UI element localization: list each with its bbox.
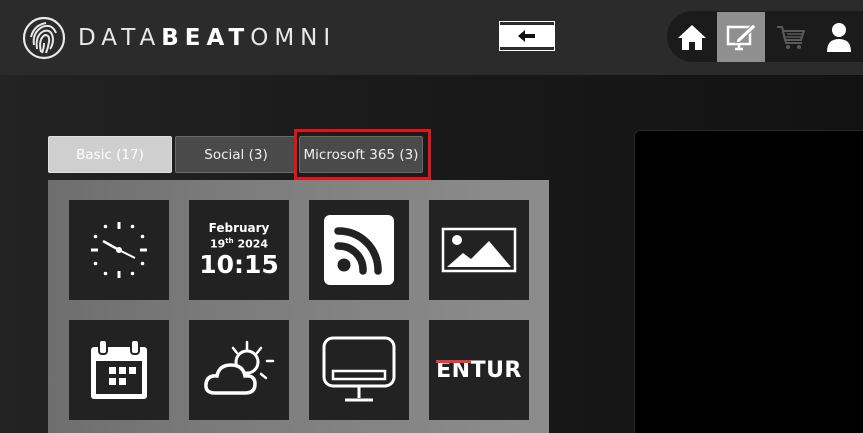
tab-social[interactable]: Social (3) xyxy=(175,136,297,173)
widget-clock[interactable] xyxy=(69,200,169,300)
home-icon xyxy=(678,25,706,50)
fingerprint-icon xyxy=(22,16,66,60)
widget-image[interactable] xyxy=(429,200,529,300)
entur-logo-en: EN xyxy=(436,357,472,383)
nav-editor-button[interactable] xyxy=(717,12,765,62)
date-day: 19 xyxy=(209,237,226,251)
calendar-icon xyxy=(91,339,147,399)
arrow-left-icon xyxy=(518,30,535,42)
widget-entur[interactable]: EN TUR xyxy=(429,320,529,420)
entur-logo-tur: TUR xyxy=(470,357,522,383)
nav-cart-button[interactable] xyxy=(767,12,815,62)
edit-screen-icon xyxy=(726,23,757,51)
date-year: 2024 xyxy=(237,237,269,251)
nav-home-button[interactable] xyxy=(668,12,716,62)
date-time: 10:15 xyxy=(199,250,279,280)
cart-icon xyxy=(777,26,806,49)
tab-highlight-box xyxy=(294,129,431,180)
weather-icon xyxy=(204,340,275,395)
date-month: February xyxy=(208,220,270,235)
display-icon xyxy=(322,336,396,402)
screen-preview[interactable] xyxy=(634,130,863,433)
widget-date-time[interactable]: February 19th 2024 10:15 xyxy=(189,200,289,300)
logo-wordmark: DATABEATOMNI xyxy=(78,25,336,51)
image-icon xyxy=(441,227,517,273)
back-button[interactable] xyxy=(500,22,554,50)
tab-basic[interactable]: Basic (17) xyxy=(48,136,172,173)
clock-icon xyxy=(91,222,147,278)
user-icon xyxy=(827,23,851,52)
entur-logo: EN TUR xyxy=(436,358,522,383)
widget-weather[interactable] xyxy=(189,320,289,420)
widget-rss[interactable] xyxy=(309,200,409,300)
nav-user-button[interactable] xyxy=(815,12,863,62)
app-logo[interactable]: DATABEATOMNI xyxy=(22,13,336,63)
widget-display[interactable] xyxy=(309,320,409,420)
date-day-suffix: th xyxy=(225,236,234,245)
logo-word-beat: BEAT xyxy=(161,25,251,51)
logo-word-data: DATA xyxy=(78,25,162,51)
date-day-year: 19th 2024 xyxy=(210,235,268,251)
rss-icon xyxy=(324,215,394,285)
widget-calendar[interactable] xyxy=(69,320,169,420)
logo-word-omni: OMNI xyxy=(250,25,337,51)
